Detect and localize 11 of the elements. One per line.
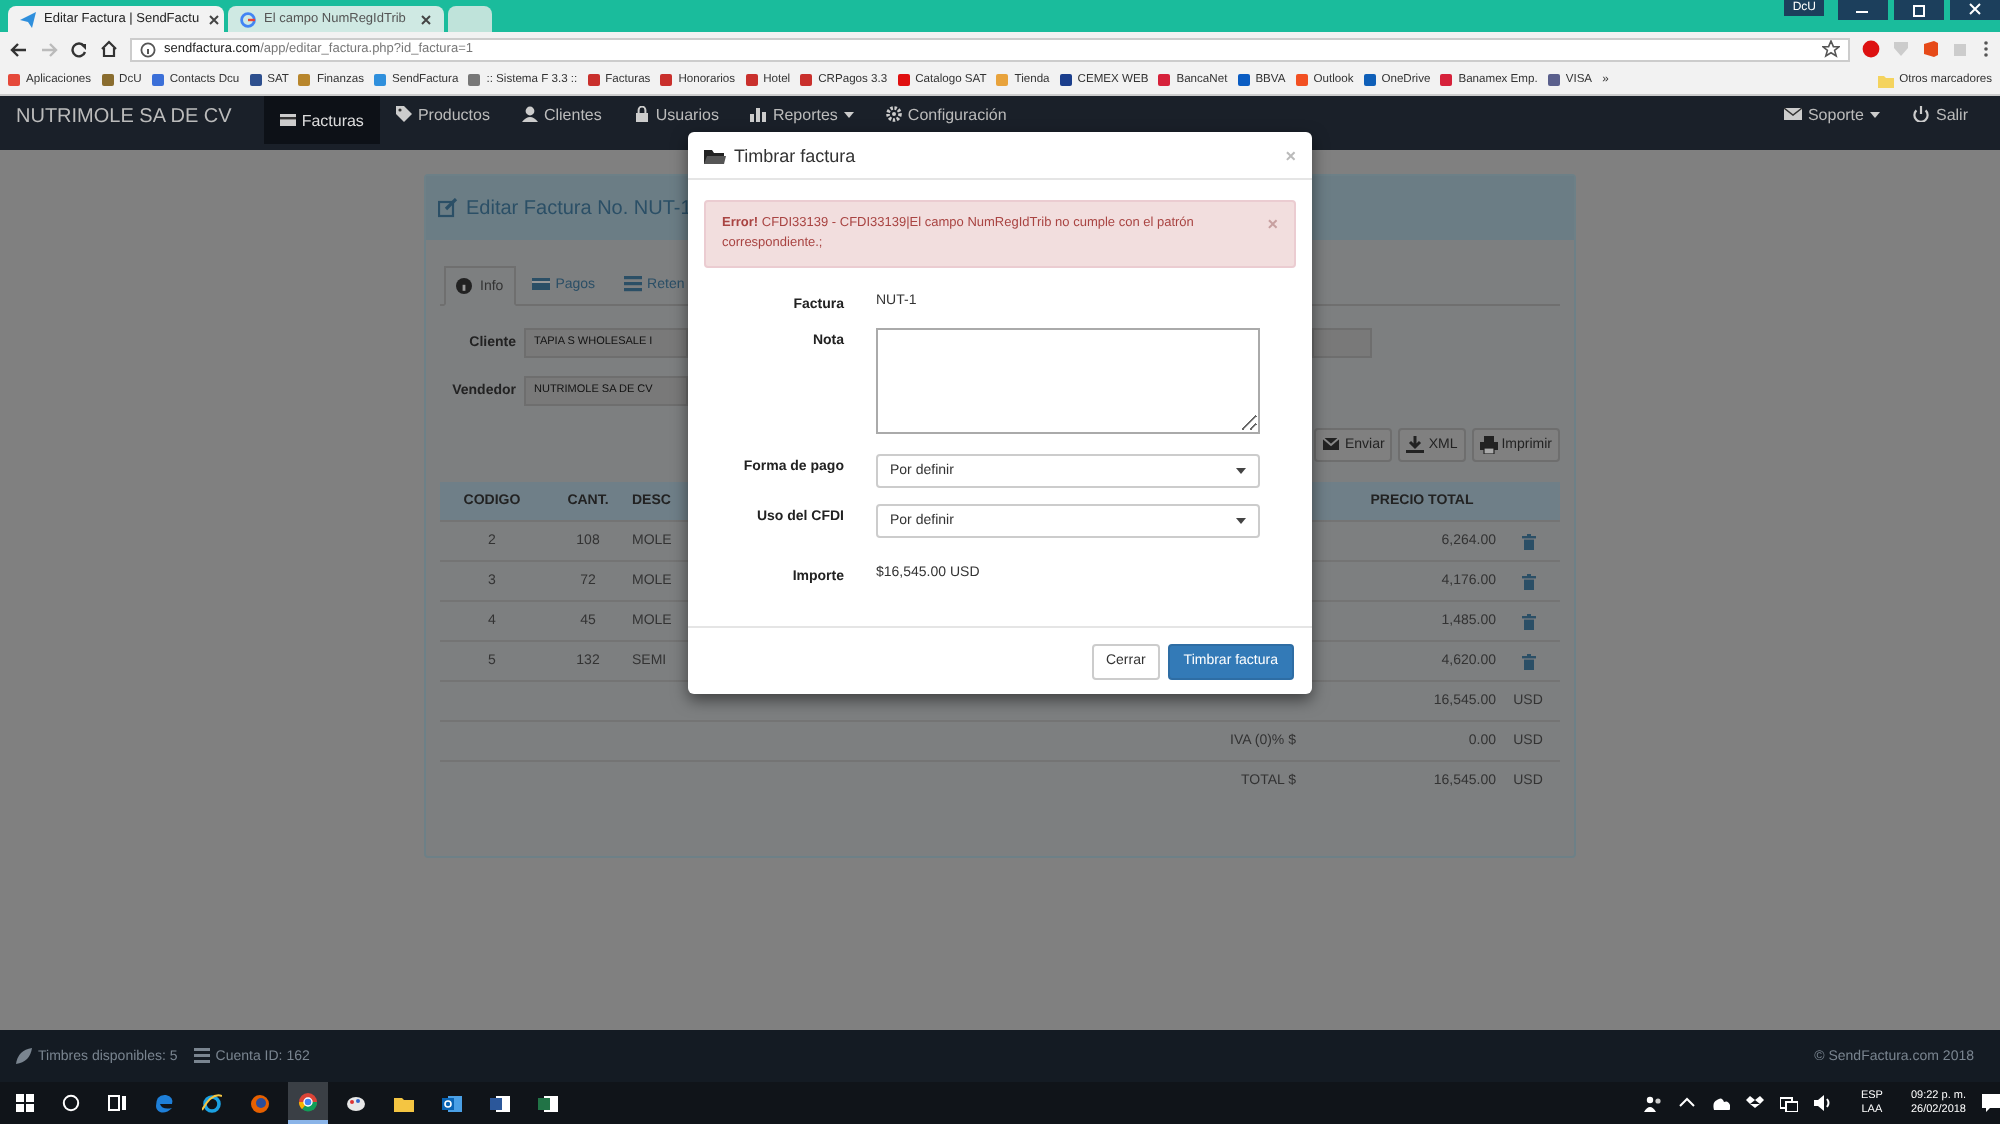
nav-link[interactable]: Configuración xyxy=(869,96,1023,132)
nav-link[interactable]: Clientes xyxy=(505,96,618,132)
nav-link[interactable]: Productos xyxy=(379,96,506,132)
nav-link[interactable]: Salir xyxy=(1895,96,1984,132)
nav-link[interactable]: Usuarios xyxy=(617,96,735,132)
panel-title: Editar Factura No. NUT-1 xyxy=(466,197,692,219)
nav-link[interactable]: Facturas xyxy=(263,96,380,144)
nav-link[interactable]: Reportes xyxy=(734,96,870,132)
brand-name[interactable]: NUTRIMOLE SA DE CV xyxy=(16,102,252,128)
dialog-title: Timbrar factura xyxy=(734,145,858,165)
nav-link[interactable]: Soporte xyxy=(1767,96,1896,132)
